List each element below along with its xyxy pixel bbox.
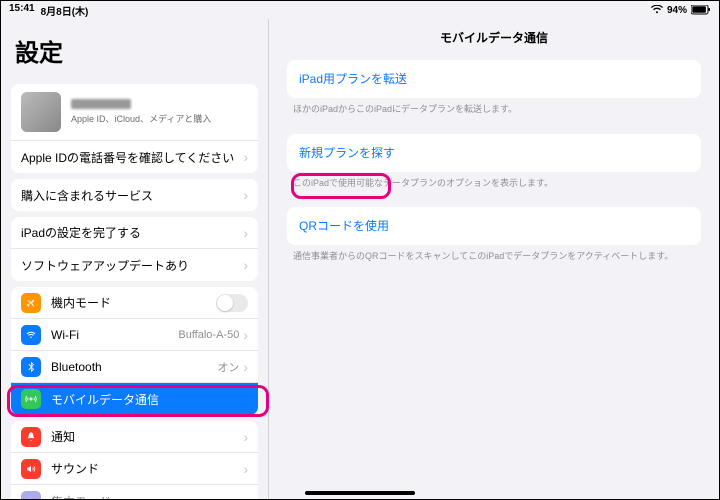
cellular-icon bbox=[21, 389, 41, 409]
bt-value: オン bbox=[217, 359, 239, 375]
page-title: モバイルデータ通信 bbox=[269, 19, 719, 60]
profile-subtitle: Apple ID、iCloud、メディアと購入 bbox=[71, 112, 211, 125]
wifi-icon bbox=[651, 5, 663, 16]
bluetooth-row[interactable]: Bluetooth オン › bbox=[11, 351, 258, 383]
airplane-mode[interactable]: 機内モード bbox=[11, 287, 258, 319]
bell-icon bbox=[21, 427, 41, 447]
find-plan-note: このiPadで使用可能なデータプランのオプションを表示します。 bbox=[287, 172, 701, 202]
focus-row[interactable]: 集中モード › bbox=[11, 485, 258, 499]
speaker-icon bbox=[21, 459, 41, 479]
chevron-right-icon: › bbox=[243, 494, 248, 499]
settings-title: 設定 bbox=[1, 19, 268, 78]
transfer-plan-button[interactable]: iPad用プランを転送 bbox=[287, 60, 701, 98]
status-bar: 15:41 8月8日(木) 94% bbox=[1, 1, 719, 19]
finish-setup[interactable]: iPadの設定を完了する › bbox=[11, 217, 258, 249]
transfer-plan-note: ほかのiPadからこのiPadにデータプランを転送します。 bbox=[287, 98, 701, 128]
airplane-toggle[interactable] bbox=[216, 294, 248, 312]
use-qr-button[interactable]: QRコードを使用 bbox=[287, 207, 701, 245]
home-indicator[interactable] bbox=[305, 491, 415, 495]
chevron-right-icon: › bbox=[243, 430, 248, 444]
find-plan-button[interactable]: 新規プランを探す bbox=[287, 134, 701, 172]
airplane-icon bbox=[21, 293, 41, 313]
chevron-right-icon: › bbox=[243, 360, 248, 374]
sidebar: 設定 Apple ID、iCloud、メディアと購入 Apple IDの電話番号… bbox=[1, 19, 269, 499]
chevron-right-icon: › bbox=[243, 462, 248, 476]
chevron-right-icon: › bbox=[243, 150, 248, 164]
battery-pct: 94% bbox=[667, 5, 687, 16]
purchase-services[interactable]: 購入に含まれるサービス › bbox=[11, 179, 258, 211]
avatar bbox=[21, 92, 61, 132]
wifi-icon bbox=[21, 325, 41, 345]
battery-icon bbox=[691, 5, 711, 16]
software-update-available[interactable]: ソフトウェアアップデートあり › bbox=[11, 249, 258, 281]
apple-id-profile[interactable]: Apple ID、iCloud、メディアと購入 bbox=[11, 84, 258, 141]
wifi-value: Buffalo-A-50 bbox=[178, 329, 239, 341]
notifications-row[interactable]: 通知 › bbox=[11, 421, 258, 453]
status-date: 8月8日(木) bbox=[41, 3, 89, 18]
chevron-right-icon: › bbox=[243, 328, 248, 342]
cellular-row[interactable]: モバイルデータ通信 bbox=[11, 383, 258, 415]
wifi-row[interactable]: Wi-Fi Buffalo-A-50 › bbox=[11, 319, 258, 351]
bluetooth-icon bbox=[21, 357, 41, 377]
detail-pane: モバイルデータ通信 iPad用プランを転送 ほかのiPadからこのiPadにデー… bbox=[269, 19, 719, 499]
apple-id-phone-alert[interactable]: Apple IDの電話番号を確認してください › bbox=[11, 141, 258, 173]
chevron-right-icon: › bbox=[243, 188, 248, 202]
sounds-row[interactable]: サウンド › bbox=[11, 453, 258, 485]
moon-icon bbox=[21, 491, 41, 499]
status-time: 15:41 bbox=[9, 3, 35, 18]
chevron-right-icon: › bbox=[243, 258, 248, 272]
chevron-right-icon: › bbox=[243, 226, 248, 240]
use-qr-note: 通信事業者からのQRコードをスキャンしてこのiPadでデータプランをアクティベー… bbox=[287, 245, 701, 275]
profile-name-redacted bbox=[71, 99, 131, 109]
